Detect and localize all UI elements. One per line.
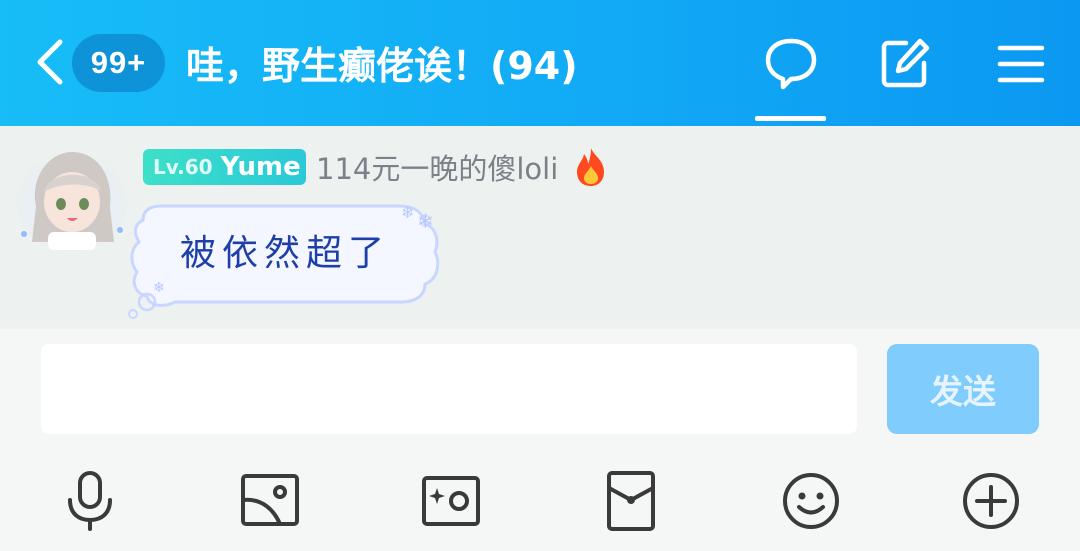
message-text: 被依然超了 bbox=[180, 233, 391, 274]
fire-icon bbox=[577, 148, 604, 186]
group-title: 哇，野生癫佬诶！(94) bbox=[186, 44, 578, 88]
message-input[interactable] bbox=[41, 344, 857, 434]
active-tab-indicator bbox=[755, 116, 826, 121]
menu-icon[interactable] bbox=[996, 40, 1046, 86]
chat-bubble-icon[interactable] bbox=[764, 36, 818, 90]
svg-text:❄: ❄ bbox=[417, 209, 434, 233]
plus-icon[interactable] bbox=[961, 470, 1021, 532]
avatar[interactable] bbox=[14, 146, 130, 252]
send-button[interactable]: 发送 bbox=[887, 344, 1039, 434]
svg-text:❄: ❄ bbox=[401, 203, 414, 222]
edit-icon[interactable] bbox=[878, 36, 932, 90]
level-badge: Lv.60 Yume bbox=[143, 149, 306, 185]
level-title: Yume bbox=[220, 152, 301, 182]
sender-name[interactable]: 114元一晚的傻loli bbox=[316, 149, 558, 189]
image-icon[interactable] bbox=[240, 470, 300, 532]
red-packet-icon[interactable] bbox=[601, 470, 661, 532]
chat-header: 99+ 哇，野生癫佬诶！(94) bbox=[0, 0, 1080, 126]
svg-text:❄: ❄ bbox=[153, 280, 165, 296]
microphone-icon[interactable] bbox=[60, 470, 120, 532]
chevron-left-icon[interactable] bbox=[28, 36, 72, 88]
level-number: Lv.60 bbox=[153, 155, 213, 179]
photo-album-icon[interactable] bbox=[421, 470, 481, 532]
unread-count-badge[interactable]: 99+ bbox=[72, 34, 165, 92]
emoji-icon[interactable] bbox=[781, 470, 841, 532]
